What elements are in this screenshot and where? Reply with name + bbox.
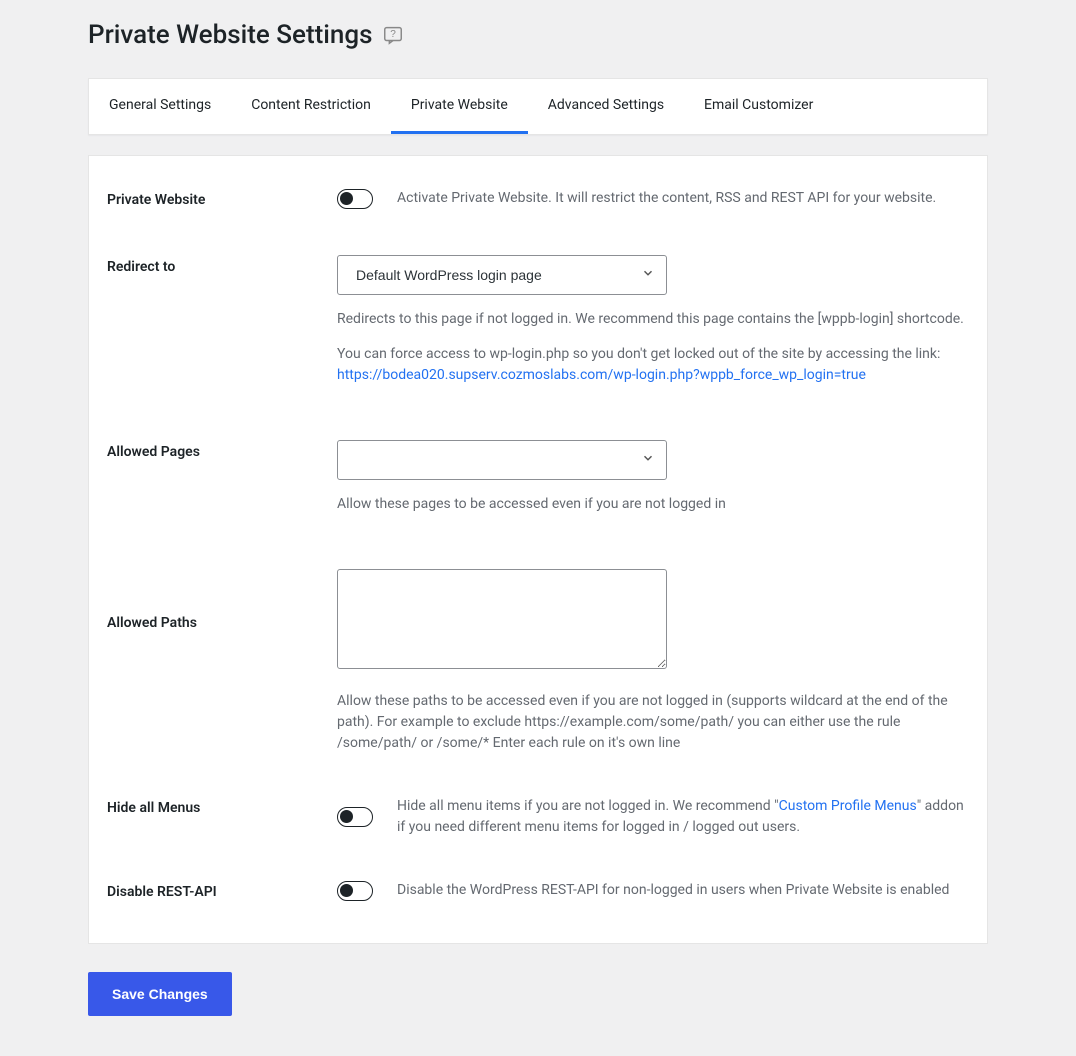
allowed-pages-desc: Allow these pages to be accessed even if… bbox=[337, 494, 969, 515]
redirect-to-select[interactable]: Default WordPress login page bbox=[337, 255, 667, 295]
save-button[interactable]: Save Changes bbox=[88, 972, 232, 1016]
redirect-to-label: Redirect to bbox=[107, 259, 175, 275]
page-title: Private Website Settings bbox=[88, 20, 372, 50]
hide-menus-label: Hide all Menus bbox=[107, 800, 200, 816]
hide-menus-link[interactable]: Custom Profile Menus bbox=[779, 798, 917, 814]
allowed-paths-desc: Allow these paths to be accessed even if… bbox=[337, 691, 969, 754]
row-allowed-paths: Allowed Paths bbox=[107, 529, 969, 687]
allowed-pages-select[interactable] bbox=[337, 440, 667, 480]
redirect-to-desc1: Redirects to this page if not logged in.… bbox=[337, 309, 969, 330]
help-icon[interactable]: ? bbox=[382, 24, 404, 46]
hide-menus-desc-pre: Hide all menu items if you are not logge… bbox=[397, 798, 779, 814]
redirect-to-link[interactable]: https://bodea020.supserv.cozmoslabs.com/… bbox=[337, 367, 866, 383]
redirect-to-desc2: You can force access to wp-login.php so … bbox=[337, 346, 940, 362]
hide-menus-desc-wrap: Hide all menu items if you are not logge… bbox=[397, 796, 969, 838]
hide-menus-toggle[interactable] bbox=[337, 807, 373, 827]
private-website-label: Private Website bbox=[107, 192, 205, 208]
tab-advanced-settings[interactable]: Advanced Settings bbox=[528, 79, 684, 134]
tabs-nav: General Settings Content Restriction Pri… bbox=[88, 78, 988, 135]
svg-text:?: ? bbox=[391, 29, 397, 40]
disable-rest-label: Disable REST-API bbox=[107, 884, 217, 900]
tab-general-settings[interactable]: General Settings bbox=[89, 79, 231, 134]
disable-rest-toggle[interactable] bbox=[337, 881, 373, 901]
row-private-website: Private Website Activate Private Website… bbox=[107, 174, 969, 223]
settings-panel: Private Website Activate Private Website… bbox=[88, 155, 988, 944]
redirect-to-desc2-wrap: You can force access to wp-login.php so … bbox=[337, 344, 969, 386]
row-allowed-pages: Allowed Pages Allow these pages to be ac… bbox=[107, 400, 969, 529]
disable-rest-desc: Disable the WordPress REST-API for non-l… bbox=[397, 880, 949, 901]
allowed-paths-label: Allowed Paths bbox=[107, 615, 197, 631]
row-redirect-to: Redirect to Default WordPress login page… bbox=[107, 223, 969, 400]
tab-email-customizer[interactable]: Email Customizer bbox=[684, 79, 833, 134]
allowed-pages-label: Allowed Pages bbox=[107, 444, 200, 460]
row-allowed-paths-desc: Allow these paths to be accessed even if… bbox=[107, 687, 969, 768]
page-header: Private Website Settings ? bbox=[88, 20, 988, 50]
allowed-paths-textarea[interactable] bbox=[337, 569, 667, 669]
private-website-toggle[interactable] bbox=[337, 189, 373, 209]
private-website-desc: Activate Private Website. It will restri… bbox=[397, 188, 936, 209]
row-hide-menus: Hide all Menus Hide all menu items if yo… bbox=[107, 768, 969, 852]
tab-private-website[interactable]: Private Website bbox=[391, 79, 528, 134]
tab-content-restriction[interactable]: Content Restriction bbox=[231, 79, 391, 134]
row-disable-rest: Disable REST-API Disable the WordPress R… bbox=[107, 852, 969, 915]
